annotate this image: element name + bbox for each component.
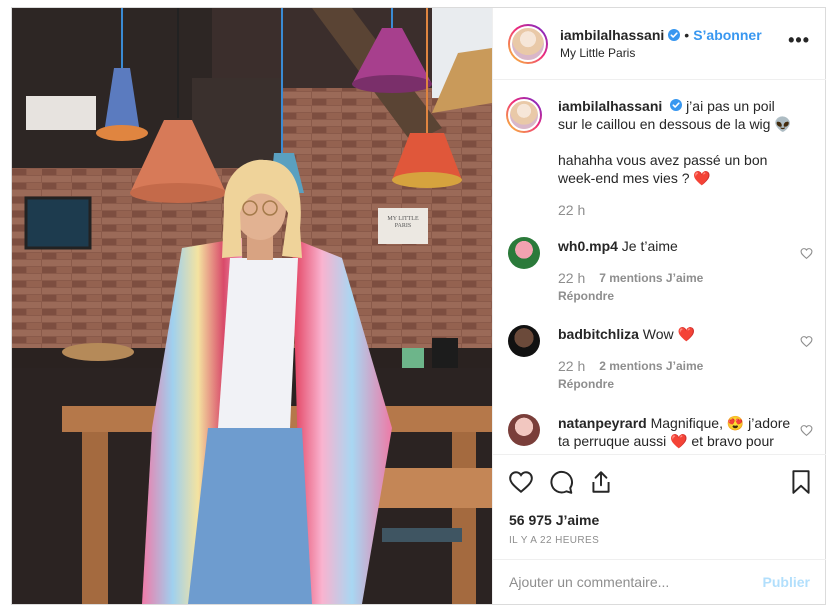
commenter-avatar[interactable] (508, 414, 540, 446)
heart-icon[interactable] (800, 335, 813, 348)
add-comment-bar: Publier (493, 559, 826, 605)
post-container: MY LITTLE PARIS iambilalhassani • S’abon… (11, 7, 826, 605)
photo-illustration (12, 8, 492, 604)
comment-username[interactable]: wh0.mp4 (558, 238, 618, 254)
comment-input[interactable] (509, 570, 749, 594)
comment-username[interactable]: badbitchliza (558, 326, 639, 342)
commenter-avatar[interactable] (508, 237, 540, 269)
share-icon[interactable] (588, 469, 614, 495)
comment-item: natanpeyrard Magnifique, 😍 j’adore ta pe… (508, 414, 813, 453)
caption-line2: hahahha vous avez passé un bon week-end … (558, 152, 768, 186)
comment-likes[interactable]: 2 mentions J’aime (599, 357, 703, 375)
bookmark-icon[interactable] (788, 469, 814, 495)
post-sidebar: iambilalhassani • S’abonner My Little Pa… (492, 8, 826, 604)
photo-sign-text: MY LITTLE PARIS (387, 216, 419, 229)
comment-text: Je t’aime (621, 238, 678, 254)
heart-icon[interactable] (800, 247, 813, 260)
comment-icon[interactable] (548, 469, 574, 495)
post-timestamp[interactable]: IL Y A 22 HEURES (509, 535, 599, 546)
heart-icon[interactable] (800, 424, 813, 437)
separator-dot: • (684, 27, 690, 43)
verified-badge-icon (668, 29, 681, 41)
comment-item: wh0.mp4 Je t’aime 22 h 7 mentions J’aime… (508, 237, 813, 305)
comments-list[interactable]: iambilalhassani j’ai pas un poil sur le … (493, 81, 826, 453)
comment-likes[interactable]: 7 mentions J’aime (599, 269, 703, 287)
caption-avatar[interactable] (506, 97, 542, 133)
comment-text: Wow ❤️ (642, 326, 695, 342)
comment-time[interactable]: 22 h (558, 269, 585, 287)
author-avatar[interactable] (508, 23, 548, 64)
follow-button[interactable]: S’abonner (693, 27, 761, 43)
comment-time[interactable]: 22 h (558, 357, 585, 375)
author-username[interactable]: iambilalhassani (560, 27, 664, 43)
post-header: iambilalhassani • S’abonner My Little Pa… (493, 8, 826, 80)
post-actions: 56 975 J’aime IL Y A 22 HEURES Publier (493, 454, 826, 604)
post-location[interactable]: My Little Paris (560, 46, 762, 60)
reply-button[interactable]: Répondre (558, 287, 793, 305)
reply-button[interactable]: Répondre (558, 375, 793, 393)
post-photo[interactable]: MY LITTLE PARIS (12, 8, 492, 604)
verified-badge-icon (670, 99, 683, 111)
publish-button[interactable]: Publier (763, 574, 810, 590)
likes-count[interactable]: 56 975 J’aime (509, 512, 599, 528)
comment-username[interactable]: natanpeyrard (558, 415, 647, 431)
caption-username[interactable]: iambilalhassani (558, 98, 662, 114)
caption-time[interactable]: 22 h (558, 201, 585, 219)
comment-item: badbitchliza Wow ❤️ 22 h 2 mentions J’ai… (508, 325, 813, 393)
commenter-avatar[interactable] (508, 325, 540, 357)
more-options-icon[interactable]: ••• (788, 31, 810, 49)
heart-icon[interactable] (508, 469, 534, 495)
caption-item: iambilalhassani j’ai pas un poil sur le … (506, 97, 813, 219)
